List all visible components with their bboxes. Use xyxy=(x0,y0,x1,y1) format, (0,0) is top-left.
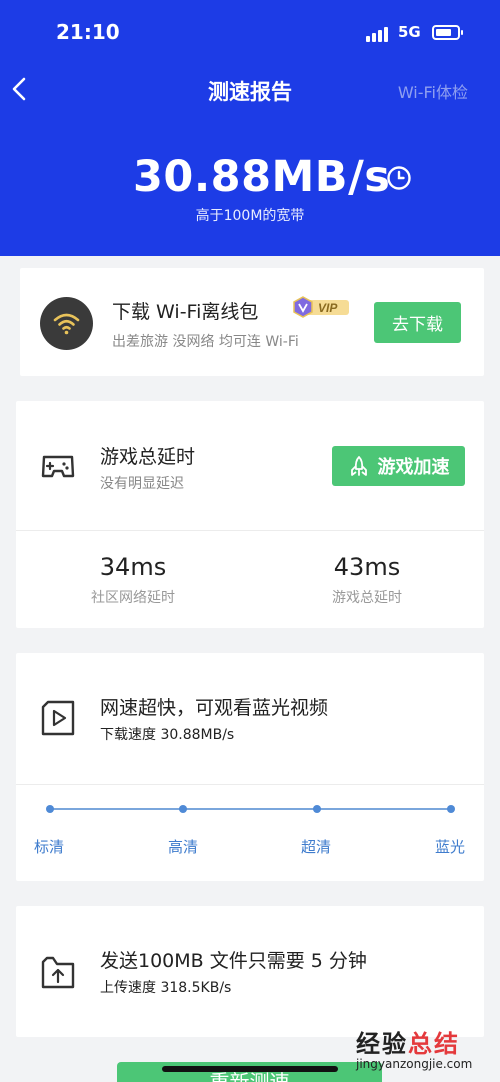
game-boost-label: 游戏加速 xyxy=(377,457,450,478)
quality-dot-hd xyxy=(179,805,187,813)
offline-package-subtitle: 出差旅游 没网络 均可连 Wi-Fi xyxy=(112,334,299,350)
quality-dot-sd xyxy=(46,805,54,813)
vip-badge: VIP xyxy=(293,296,349,318)
game-total-latency-stat: 43ms 游戏总延时 xyxy=(287,553,447,607)
community-latency-stat: 34ms 社区网络延时 xyxy=(53,553,213,607)
community-latency-value: 34ms xyxy=(99,553,167,581)
game-total-latency-label: 游戏总延时 xyxy=(332,590,402,606)
offline-package-card: 下载 Wi-Fi离线包 VIP 出差旅游 没网络 均可连 Wi-Fi 去下载 xyxy=(20,268,484,376)
upload-subtitle: 上传速度 318.5KB/s xyxy=(100,980,232,996)
network-type: 5G xyxy=(398,23,421,41)
home-indicator[interactable] xyxy=(162,1066,338,1072)
status-time: 21:10 xyxy=(56,20,120,44)
download-button[interactable]: 去下载 xyxy=(374,302,461,343)
quality-dot-bluray xyxy=(447,805,455,813)
folder-upload-icon xyxy=(41,956,75,989)
signal-icon xyxy=(366,26,390,42)
speed-description: 高于100M的宽带 xyxy=(195,208,305,224)
game-latency-card: 游戏总延时 没有明显延迟 游戏加速 34ms 社区网络延时 43ms 游戏总延时 xyxy=(16,401,484,628)
watermark: 经验总结 jingyanzongjie.com xyxy=(356,1024,496,1071)
game-total-latency-value: 43ms xyxy=(333,553,401,581)
community-latency-label: 社区网络延时 xyxy=(91,590,175,606)
divider xyxy=(16,784,484,785)
rocket-icon xyxy=(350,456,367,476)
video-icon xyxy=(41,700,75,736)
status-bar: 21:10 5G xyxy=(0,18,500,48)
speed-value: 30.88MB/s xyxy=(133,152,391,202)
quality-track xyxy=(50,808,452,810)
video-quality-card: 网速超快，可观看蓝光视频 下载速度 30.88MB/s 标清 高清 超清 蓝光 xyxy=(16,653,484,881)
offline-package-title: 下载 Wi-Fi离线包 xyxy=(112,301,259,323)
watermark-red-text: 总结 xyxy=(408,1030,460,1058)
quality-label-fhd: 超清 xyxy=(301,838,332,856)
clock-icon[interactable] xyxy=(386,165,412,191)
game-latency-subtitle: 没有明显延迟 xyxy=(100,476,184,492)
divider xyxy=(16,530,484,531)
quality-label-sd: 标清 xyxy=(34,838,65,856)
quality-label-bluray: 蓝光 xyxy=(435,838,466,856)
watermark-logo: 经验总结 xyxy=(356,1024,496,1059)
watermark-black-text: 经验 xyxy=(356,1030,408,1058)
header: 21:10 5G 测速报告 Wi-Fi体检 30.88MB/s 高于100M的宽… xyxy=(0,0,500,256)
vip-badge-text: VIP xyxy=(318,301,338,315)
video-title: 网速超快，可观看蓝光视频 xyxy=(100,697,329,719)
quality-dot-fhd xyxy=(313,805,321,813)
upload-title: 发送100MB 文件只需要 5 分钟 xyxy=(100,950,367,972)
wifi-icon xyxy=(40,297,93,350)
watermark-url: jingyanzongjie.com xyxy=(356,1057,473,1071)
gamepad-icon xyxy=(41,455,75,478)
video-subtitle: 下载速度 30.88MB/s xyxy=(100,727,235,743)
upload-card: 发送100MB 文件只需要 5 分钟 上传速度 318.5KB/s xyxy=(16,906,484,1037)
retest-button[interactable]: 重新测速 xyxy=(117,1062,382,1082)
battery-icon xyxy=(432,25,463,40)
game-boost-button[interactable]: 游戏加速 xyxy=(332,446,465,486)
wifi-checkup-link[interactable]: Wi-Fi体检 xyxy=(398,79,468,103)
game-latency-title: 游戏总延时 xyxy=(100,446,196,468)
quality-label-hd: 高清 xyxy=(168,838,199,856)
